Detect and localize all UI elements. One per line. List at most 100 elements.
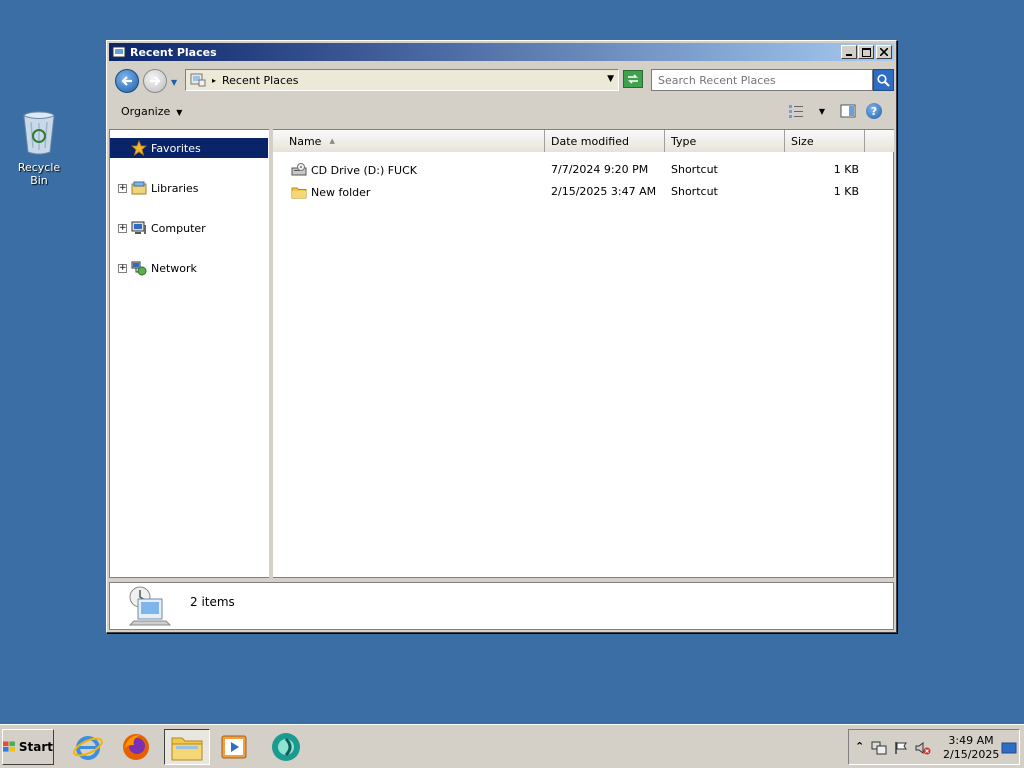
taskbar-firefox[interactable] <box>116 729 156 765</box>
star-icon <box>131 140 147 156</box>
taskbar: Start ⌃ 3:49 AM 2/15/2025 <box>0 724 1024 768</box>
expand-icon[interactable]: + <box>118 183 127 193</box>
minimize-button[interactable] <box>841 45 857 59</box>
column-header-date[interactable]: Date modified <box>545 130 665 152</box>
forward-button[interactable] <box>143 69 167 93</box>
back-button[interactable] <box>115 69 139 93</box>
back-arrow-icon <box>121 76 132 86</box>
view-controls: ▼ ? <box>788 103 882 119</box>
network-tray-icon[interactable] <box>871 741 887 755</box>
help-button[interactable]: ? <box>866 103 882 119</box>
search-button[interactable] <box>873 69 894 91</box>
title-bar[interactable]: Recent Places <box>109 43 894 61</box>
preview-pane-button[interactable] <box>840 103 856 119</box>
refresh-button[interactable] <box>623 70 643 88</box>
media-player-icon <box>221 735 247 759</box>
show-desktop-icon[interactable] <box>1001 741 1017 755</box>
column-header-row: Name ▲ Date modified Type Size <box>273 130 894 152</box>
close-icon <box>880 48 888 56</box>
nav-item-label: Favorites <box>151 141 201 155</box>
refresh-icon <box>628 74 638 84</box>
libraries-icon <box>131 181 147 195</box>
folder-icon <box>291 187 307 199</box>
firefox-icon <box>123 734 149 760</box>
preview-pane-icon <box>840 104 856 118</box>
file-size: 1 KB <box>833 163 859 176</box>
taskbar-internet-explorer[interactable] <box>68 729 108 765</box>
taskbar-media-player[interactable] <box>214 729 254 765</box>
nav-item-label: Libraries <box>151 181 199 195</box>
column-header-size[interactable]: Size <box>785 130 865 152</box>
windows-logo-icon <box>3 741 15 752</box>
address-row: ▼ ▸ Recent Places ▼ <box>109 65 894 95</box>
change-view-button[interactable] <box>788 103 804 119</box>
recycle-bin-label: Recycle Bin <box>17 161 61 187</box>
address-bar[interactable]: ▸ Recent Places ▼ <box>185 69 619 91</box>
clock[interactable]: 3:49 AM 2/15/2025 <box>943 734 999 762</box>
taskbar-app[interactable] <box>266 729 306 765</box>
view-options-dropdown[interactable]: ▼ <box>814 103 830 119</box>
maximize-button[interactable] <box>858 45 874 59</box>
nav-item-label: Computer <box>151 221 206 235</box>
taskbar-file-explorer[interactable] <box>164 729 210 765</box>
computer-icon <box>131 221 146 234</box>
nav-item-libraries[interactable]: + Libraries <box>110 178 268 198</box>
clock-date: 2/15/2025 <box>943 748 1000 761</box>
file-list: Name ▲ Date modified Type Size CD Drive (… <box>273 129 894 578</box>
system-tray: ⌃ 3:49 AM 2/15/2025 <box>848 729 1020 765</box>
address-dropdown-icon[interactable]: ▼ <box>607 74 614 84</box>
recent-pages-dropdown-icon[interactable]: ▼ <box>171 78 177 87</box>
maximize-icon <box>861 47 871 57</box>
start-button[interactable]: Start <box>2 729 54 765</box>
file-size: 1 KB <box>833 185 859 198</box>
file-date: 7/7/2024 9:20 PM <box>551 163 649 176</box>
close-button[interactable] <box>876 45 892 59</box>
window-title: Recent Places <box>130 45 217 59</box>
item-count: 2 items <box>190 595 235 609</box>
organize-label: Organize <box>121 105 171 118</box>
folder-icon <box>171 737 203 761</box>
show-hidden-icons-button[interactable]: ⌃ <box>855 740 864 753</box>
nav-item-computer[interactable]: + Computer <box>110 218 268 238</box>
file-type: Shortcut <box>671 185 718 198</box>
column-header-label: Size <box>791 134 814 148</box>
action-center-flag-icon[interactable] <box>893 741 909 755</box>
column-header-type[interactable]: Type <box>665 130 785 152</box>
explorer-window-icon <box>112 46 126 58</box>
column-header-name[interactable]: Name ▲ <box>273 130 545 152</box>
nav-item-favorites[interactable]: Favorites <box>110 138 268 158</box>
volume-muted-icon[interactable] <box>915 741 931 755</box>
breadcrumb[interactable]: Recent Places <box>222 74 299 87</box>
window-controls <box>840 45 892 59</box>
details-pane: 2 items <box>109 582 894 630</box>
recent-places-location-icon <box>190 73 206 87</box>
file-row[interactable]: CD Drive (D:) FUCK 7/7/2024 9:20 PM Shor… <box>273 160 893 180</box>
search-icon <box>877 73 890 87</box>
command-bar: Organize ▼ ▼ ? <box>109 99 894 125</box>
file-row[interactable]: New folder 2/15/2025 3:47 AM Shortcut 1 … <box>273 182 893 202</box>
chat-app-icon <box>272 733 300 761</box>
recycle-bin-desktop-icon[interactable]: Recycle Bin <box>8 108 70 187</box>
navigation-pane: Favorites + Libraries + Computer + Netwo… <box>109 129 269 578</box>
column-header-filler <box>865 130 894 152</box>
organize-button[interactable]: Organize ▼ <box>121 105 182 118</box>
help-icon: ? <box>870 104 878 118</box>
column-header-label: Name <box>289 134 322 148</box>
column-header-label: Date modified <box>551 134 629 148</box>
search-input[interactable] <box>651 69 873 91</box>
file-name: CD Drive (D:) FUCK <box>311 164 417 177</box>
sort-ascending-icon: ▲ <box>329 137 335 145</box>
start-label: Start <box>18 740 53 754</box>
details-view-icon <box>789 105 803 118</box>
network-icon <box>131 261 147 276</box>
clock-time: 3:49 AM <box>948 734 994 747</box>
explorer-window: Recent Places ▼ ▸ Recent Places ▼ Search… <box>106 40 897 633</box>
breadcrumb-separator-icon[interactable]: ▸ <box>212 76 216 85</box>
expand-icon[interactable]: + <box>118 223 127 233</box>
expand-icon[interactable]: + <box>118 263 127 273</box>
nav-item-network[interactable]: + Network <box>110 258 268 278</box>
file-date: 2/15/2025 3:47 AM <box>551 185 657 198</box>
file-type: Shortcut <box>671 163 718 176</box>
organize-dropdown-icon: ▼ <box>176 108 183 117</box>
file-name: New folder <box>311 186 371 199</box>
